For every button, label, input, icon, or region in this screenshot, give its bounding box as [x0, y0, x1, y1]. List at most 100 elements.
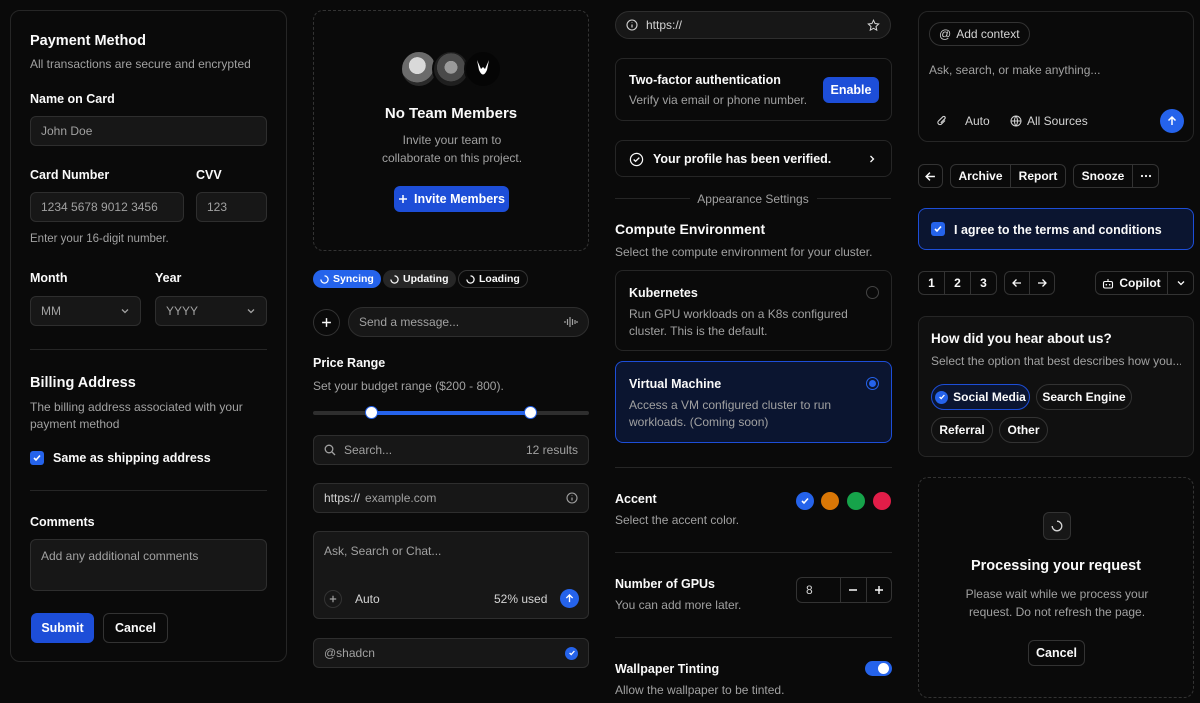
info-icon[interactable]: [566, 492, 578, 504]
range-thumb-max[interactable]: [524, 406, 537, 419]
audio-wave-icon[interactable]: [564, 316, 578, 328]
spinner-icon: [390, 274, 399, 284]
chat-input[interactable]: Ask, Search or Chat... Auto 52% used: [313, 531, 589, 619]
chat-send-button[interactable]: [560, 589, 579, 608]
compute-title: Compute Environment: [615, 221, 766, 237]
cvv-input[interactable]: 123: [196, 192, 267, 222]
paperclip-icon[interactable]: [936, 115, 948, 127]
kubernetes-option[interactable]: Kubernetes Run GPU workloads on a K8s co…: [615, 270, 892, 351]
message-input[interactable]: Send a message...: [348, 307, 589, 337]
decrement-button[interactable]: [840, 578, 865, 602]
prev-page-button[interactable]: [1005, 272, 1030, 294]
archive-button[interactable]: Archive: [951, 165, 1011, 187]
chevron-down-icon: [1177, 281, 1184, 286]
next-page-button[interactable]: [1030, 272, 1054, 294]
range-track: [313, 406, 589, 419]
ai-send-button[interactable]: [1160, 109, 1184, 133]
syncing-badge: Syncing: [313, 270, 381, 288]
name-label: Name on Card: [30, 92, 115, 106]
avatar: [464, 50, 502, 88]
search-input[interactable]: Search... 12 results: [313, 435, 589, 465]
same-shipping-label: Same as shipping address: [53, 451, 211, 465]
divider: [615, 467, 892, 468]
month-select[interactable]: MM: [30, 296, 141, 326]
copilot-button[interactable]: Copilot: [1096, 272, 1168, 294]
billing-title: Billing Address: [30, 375, 136, 391]
accent-swatch-green[interactable]: [847, 492, 865, 510]
check-icon: [934, 225, 942, 233]
add-context-button[interactable]: @ Add context: [929, 22, 1030, 46]
plus-icon: [874, 586, 883, 594]
accent-title: Accent: [615, 492, 657, 506]
option-search-engine[interactable]: Search Engine: [1036, 384, 1132, 410]
ai-prompt-card: @ Add context Ask, search, or make anyth…: [918, 11, 1194, 142]
star-icon[interactable]: [867, 18, 880, 32]
toggle-knob: [878, 663, 889, 674]
add-attachment-button[interactable]: [313, 309, 340, 336]
processing-cancel-button[interactable]: Cancel: [1028, 640, 1085, 666]
twofa-desc: Verify via email or phone number.: [629, 93, 808, 107]
browser-url-bar[interactable]: https://: [615, 11, 891, 39]
range-thumb-min[interactable]: [365, 406, 378, 419]
report-button[interactable]: Report: [1011, 165, 1065, 187]
year-select[interactable]: YYYY: [155, 296, 267, 326]
card-number-input[interactable]: 1234 5678 9012 3456: [30, 192, 184, 222]
kubernetes-title: Kubernetes: [629, 286, 698, 300]
ai-sources[interactable]: All Sources: [1027, 114, 1088, 128]
kubernetes-radio[interactable]: [866, 286, 879, 299]
verified-banner[interactable]: Your profile has been verified.: [615, 140, 892, 177]
divider: [615, 552, 892, 553]
submit-button[interactable]: Submit: [31, 613, 94, 643]
processing-title: Processing your request: [970, 558, 1142, 574]
username-input[interactable]: @shadcn: [313, 638, 589, 668]
page-3-button[interactable]: 3: [971, 272, 996, 294]
url-input[interactable]: https:// example.com: [313, 483, 589, 513]
spinner-icon: [466, 274, 475, 284]
comments-placeholder: Add any additional comments: [41, 549, 199, 563]
ai-mode[interactable]: Auto: [965, 114, 990, 128]
chevron-right-icon: [870, 155, 875, 163]
search-placeholder: Search...: [344, 443, 393, 457]
back-button[interactable]: [918, 164, 943, 188]
option-social-media[interactable]: Social Media: [931, 384, 1030, 410]
virtual-machine-option[interactable]: Virtual Machine Access a VM configured c…: [615, 361, 892, 443]
ai-placeholder[interactable]: Ask, search, or make anything...: [929, 63, 1100, 77]
option-referral[interactable]: Referral: [931, 417, 993, 443]
username-value: @shadcn: [324, 646, 375, 660]
gpu-stepper: 8: [796, 577, 892, 603]
page-1-button[interactable]: 1: [919, 272, 945, 294]
pagination: 1 2 3: [918, 271, 997, 295]
option-other[interactable]: Other: [999, 417, 1048, 443]
survey-title: How did you hear about us?: [931, 331, 1112, 346]
accent-swatch-red[interactable]: [873, 492, 891, 510]
divider: [30, 349, 267, 350]
comments-textarea[interactable]: Add any additional comments: [30, 539, 267, 591]
wallpaper-desc: Allow the wallpaper to be tinted.: [615, 683, 785, 697]
terms-checkbox[interactable]: [931, 222, 945, 236]
at-icon: @: [939, 27, 952, 41]
enable-button[interactable]: Enable: [823, 77, 879, 103]
range-fill: [371, 411, 529, 415]
terms-consent[interactable]: I agree to the terms and conditions: [918, 208, 1194, 250]
same-shipping-checkbox[interactable]: [30, 451, 44, 465]
price-range-desc: Set your budget range ($200 - 800).: [313, 379, 504, 393]
name-on-card-input[interactable]: John Doe: [30, 116, 267, 146]
chat-mode[interactable]: Auto: [355, 592, 380, 606]
more-options-button[interactable]: [1133, 165, 1158, 187]
snooze-button[interactable]: Snooze: [1074, 165, 1133, 187]
vm-radio[interactable]: [866, 377, 879, 390]
invite-members-button[interactable]: Invite Members: [394, 186, 509, 212]
page-2-button[interactable]: 2: [945, 272, 971, 294]
accent-swatch-blue[interactable]: [796, 492, 814, 510]
cancel-button[interactable]: Cancel: [103, 613, 168, 643]
chat-add-button[interactable]: [324, 590, 342, 608]
check-icon: [33, 454, 41, 462]
wallpaper-toggle[interactable]: [865, 661, 892, 676]
gpu-count-input[interactable]: 8: [797, 578, 840, 602]
arrow-left-icon: [925, 171, 935, 181]
increment-button[interactable]: [865, 578, 891, 602]
chevron-down-icon: [246, 306, 256, 316]
ellipsis-icon: [1140, 174, 1151, 178]
copilot-menu-button[interactable]: [1168, 272, 1193, 294]
accent-swatch-orange[interactable]: [821, 492, 839, 510]
